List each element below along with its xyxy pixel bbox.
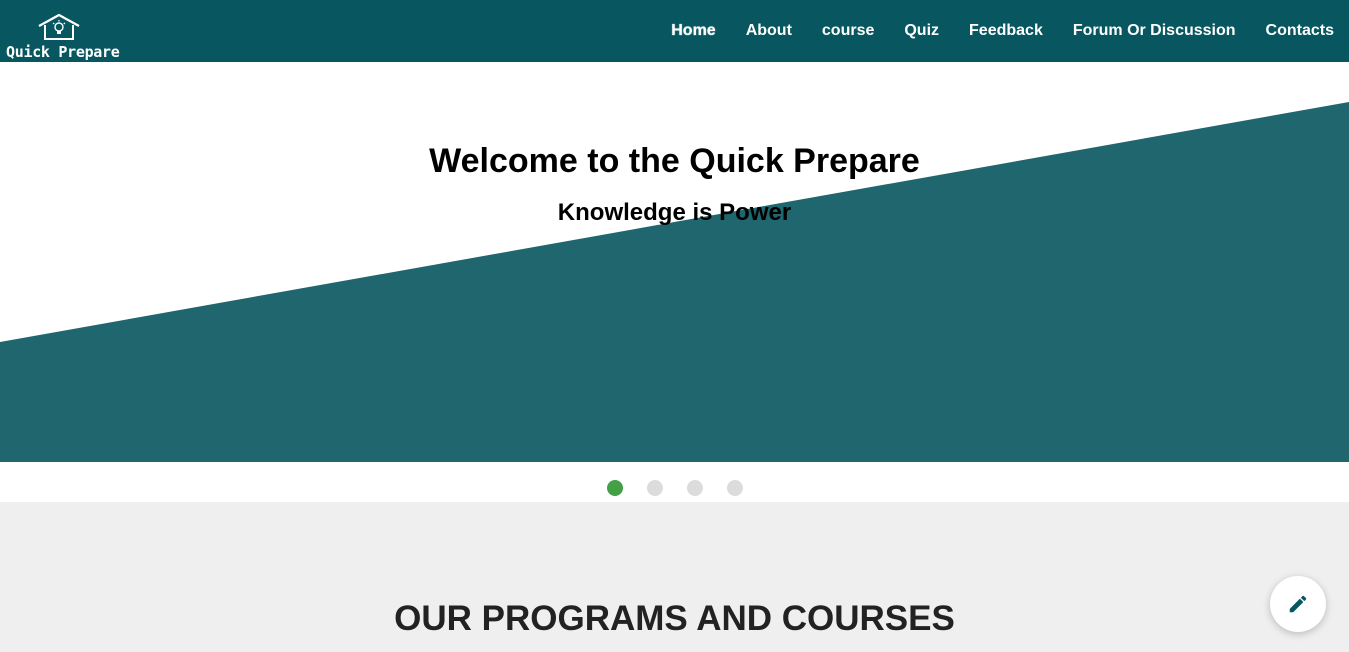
navbar: Quick Prepare Home About course Quiz Fee… <box>0 0 1349 62</box>
nav-course[interactable]: course <box>807 22 889 40</box>
carousel-dot-2[interactable] <box>647 480 663 496</box>
hero-subtitle: Knowledge is Power <box>557 199 792 226</box>
nav-home[interactable]: Home <box>656 22 730 40</box>
carousel-dot-3[interactable] <box>687 480 703 496</box>
carousel-dot-4[interactable] <box>727 480 743 496</box>
carousel-indicators <box>0 462 1349 502</box>
edit-fab-button[interactable] <box>1270 576 1326 632</box>
hero-slider: Welcome to the Quick Prepare Knowledge i… <box>0 62 1349 462</box>
brand-name: Quick Prepare <box>6 43 120 61</box>
main-nav: Home About course Quiz Feedback Forum Or… <box>656 0 1334 62</box>
hero-title: Welcome to the Quick Prepare <box>429 142 920 180</box>
nav-contacts[interactable]: Contacts <box>1251 22 1334 40</box>
hero-diagonal-band <box>0 102 1349 462</box>
nav-feedback[interactable]: Feedback <box>954 22 1058 40</box>
nav-quiz[interactable]: Quiz <box>889 22 954 40</box>
carousel-dot-1[interactable] <box>607 480 623 496</box>
programs-heading: OUR PROGRAMS AND COURSES <box>394 599 955 638</box>
house-lightbulb-icon <box>38 13 80 40</box>
nav-about[interactable]: About <box>731 22 807 40</box>
brand-logo[interactable]: Quick Prepare <box>4 12 120 61</box>
pencil-icon <box>1289 595 1307 613</box>
programs-section: OUR PROGRAMS AND COURSES <box>0 502 1349 652</box>
nav-forum[interactable]: Forum Or Discussion <box>1058 22 1251 40</box>
